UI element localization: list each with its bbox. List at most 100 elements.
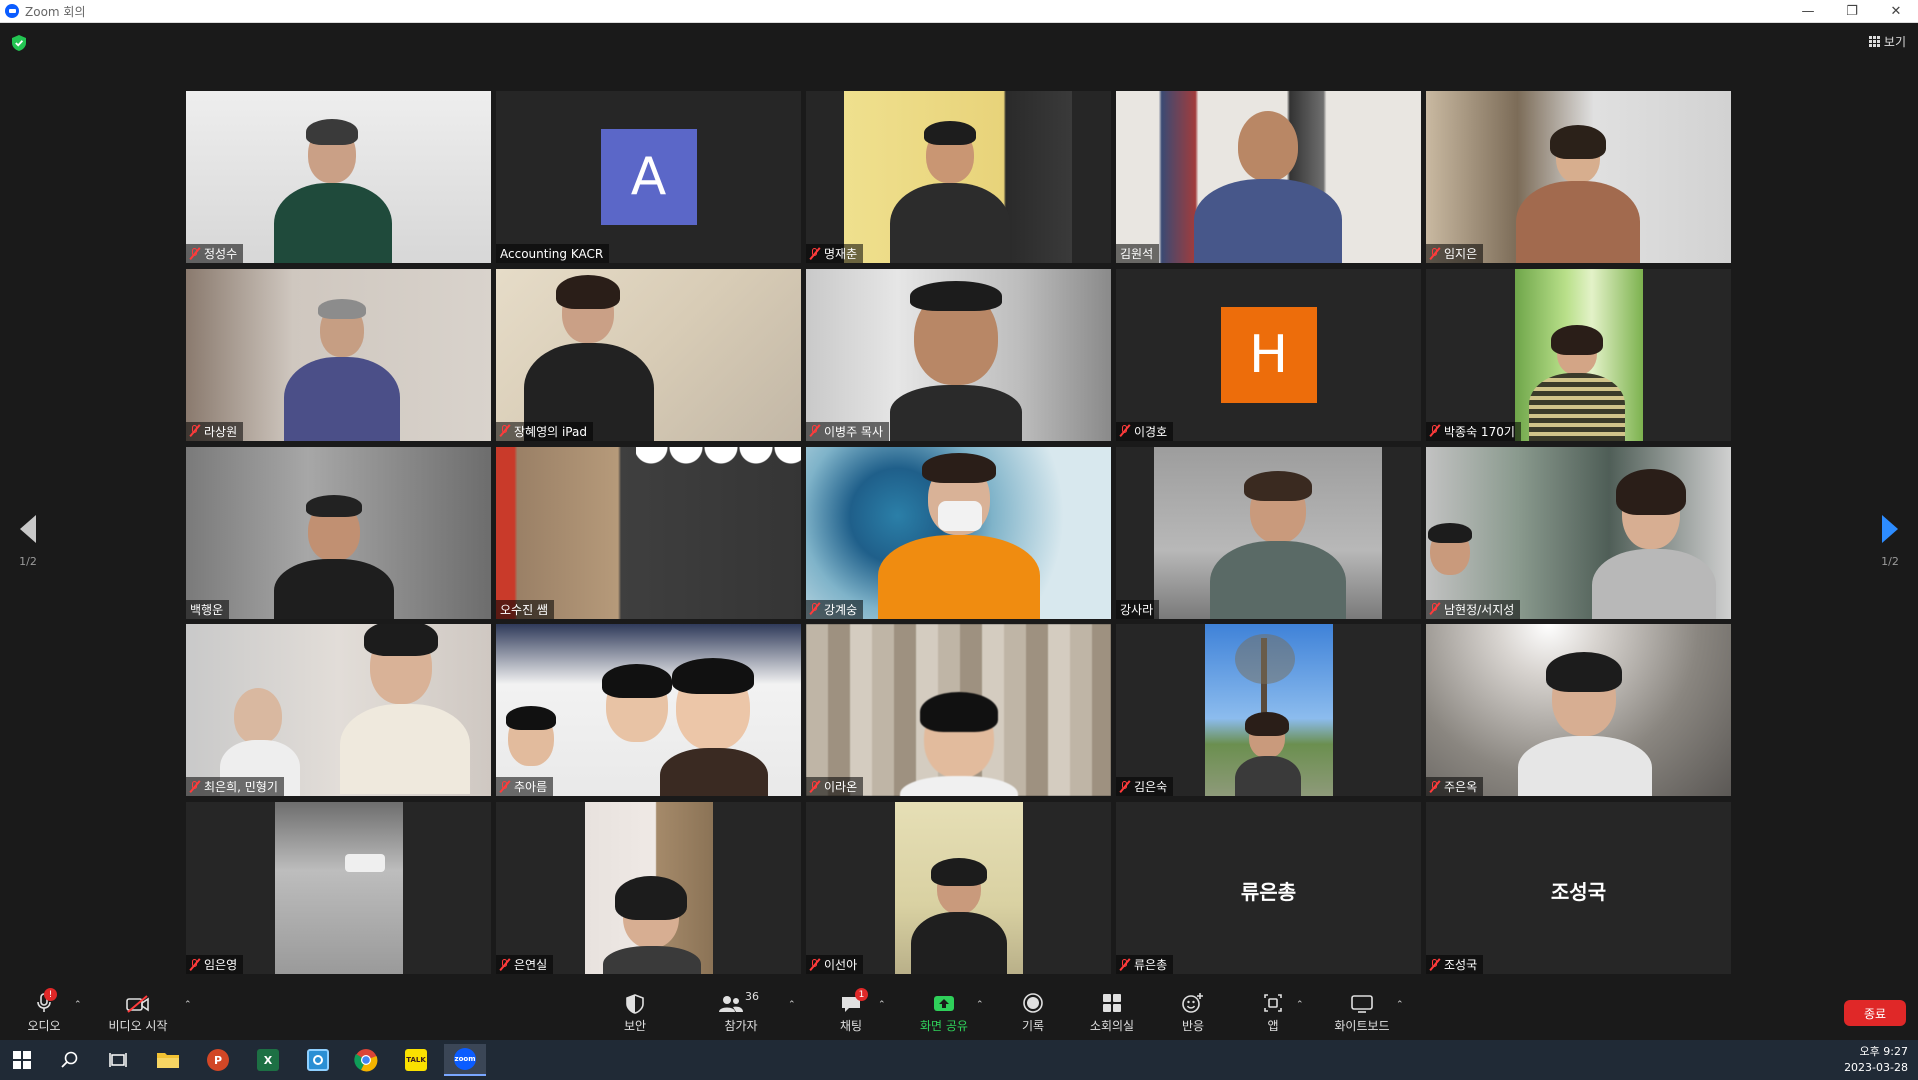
- participant-tile[interactable]: 강사라: [1116, 446, 1421, 619]
- zoom-logo-icon: [5, 4, 19, 18]
- taskbar-powerpoint[interactable]: P: [198, 1044, 238, 1076]
- participants-options-caret-icon[interactable]: ⌃: [788, 1000, 796, 1010]
- participant-name: 추아름: [514, 780, 548, 795]
- participant-tile[interactable]: 박종숙 170기: [1426, 268, 1731, 441]
- participant-name-tag: 김은숙: [1116, 777, 1174, 797]
- minimize-icon[interactable]: —: [1786, 0, 1830, 23]
- next-page-button[interactable]: 1/2: [1875, 515, 1905, 568]
- participant-tile[interactable]: 김은숙: [1116, 624, 1421, 797]
- reactions-smiley-icon: [1182, 993, 1203, 1013]
- muted-mic-icon: [1429, 246, 1441, 260]
- participant-tile[interactable]: 정성수: [186, 91, 491, 263]
- search-button[interactable]: [50, 1044, 90, 1076]
- taskbar-chrome[interactable]: [346, 1044, 386, 1076]
- search-icon: [61, 1051, 78, 1068]
- system-clock[interactable]: 오후 9:27 2023-03-28: [1844, 1044, 1908, 1076]
- participant-video: [895, 802, 1023, 974]
- record-button[interactable]: 기록: [1018, 990, 1048, 1034]
- participant-name: Accounting KACR: [500, 246, 604, 261]
- breakout-rooms-button[interactable]: 소회의실: [1086, 990, 1138, 1034]
- participant-tile[interactable]: 추아름: [496, 624, 801, 797]
- participant-avatar: A: [600, 129, 697, 225]
- kakaotalk-icon: TALK: [405, 1049, 427, 1071]
- participant-tile[interactable]: H 이경호: [1116, 268, 1421, 441]
- taskbar-hwp[interactable]: [298, 1044, 338, 1076]
- taskbar-kakaotalk[interactable]: TALK: [396, 1044, 436, 1076]
- participants-button[interactable]: 36 참가자: [718, 990, 764, 1034]
- participant-video: [1426, 446, 1731, 619]
- whiteboard-options-caret-icon[interactable]: ⌃: [1396, 1000, 1404, 1010]
- participant-name-tag: 이경호: [1116, 421, 1174, 441]
- hancom-word-icon: [307, 1049, 329, 1071]
- participant-name: 최은희, 민형기: [204, 780, 278, 795]
- whiteboard-label: 화이트보드: [1334, 1019, 1390, 1033]
- breakout-rooms-icon: [1103, 994, 1121, 1012]
- audio-options-caret-icon[interactable]: ⌃: [74, 1000, 82, 1010]
- participant-tile[interactable]: 남현정/서지성: [1426, 446, 1731, 619]
- participant-tile[interactable]: 강계숭: [806, 446, 1111, 619]
- view-button[interactable]: 보기: [1868, 33, 1906, 50]
- muted-mic-icon: [189, 957, 201, 971]
- audio-button[interactable]: ! 오디오: [24, 988, 64, 1034]
- video-options-caret-icon[interactable]: ⌃: [184, 1000, 192, 1010]
- start-video-label: 비디오 시작: [108, 1019, 168, 1033]
- participant-video: [1154, 446, 1382, 619]
- participant-tile-active-speaker[interactable]: 오수진 쌤: [496, 446, 801, 619]
- participant-tile[interactable]: 이라온: [806, 624, 1111, 797]
- reactions-button[interactable]: 반응: [1178, 990, 1208, 1034]
- participant-tile[interactable]: 임은영: [186, 802, 491, 974]
- chat-button[interactable]: 1 채팅: [836, 988, 868, 1034]
- participant-tile[interactable]: 류은총 류은총: [1116, 802, 1421, 974]
- start-video-button[interactable]: 비디오 시작: [102, 990, 174, 1034]
- participants-icon: [719, 996, 743, 1012]
- previous-page-button[interactable]: 1/2: [13, 515, 43, 568]
- participant-tile[interactable]: 장혜영의 iPad: [496, 268, 801, 441]
- participant-name-tag: 명재춘: [806, 244, 864, 263]
- reactions-label: 반응: [1181, 1019, 1205, 1033]
- windows-logo-icon: [13, 1051, 31, 1069]
- end-meeting-button[interactable]: 종료: [1844, 1000, 1906, 1026]
- participant-name-tag: 임지은: [1426, 244, 1484, 263]
- participant-video: [806, 268, 1111, 441]
- muted-mic-icon: [809, 602, 821, 615]
- taskbar-file-explorer[interactable]: [148, 1044, 188, 1076]
- participant-display-name: 조성국: [1550, 880, 1607, 904]
- participant-tile[interactable]: 조성국 조성국: [1426, 802, 1731, 974]
- chat-options-caret-icon[interactable]: ⌃: [878, 1000, 886, 1010]
- participant-name-tag: 주은옥: [1426, 777, 1484, 797]
- restore-icon[interactable]: ❐: [1830, 0, 1874, 23]
- participant-tile[interactable]: A Accounting KACR: [496, 91, 801, 263]
- share-options-caret-icon[interactable]: ⌃: [976, 1000, 984, 1010]
- participant-tile[interactable]: 은연실: [496, 802, 801, 974]
- participant-tile[interactable]: 이선아: [806, 802, 1111, 974]
- participant-tile[interactable]: 임지은: [1426, 91, 1731, 263]
- apps-options-caret-icon[interactable]: ⌃: [1296, 1000, 1304, 1010]
- muted-mic-icon: [809, 246, 821, 260]
- participant-tile[interactable]: 주은옥: [1426, 624, 1731, 797]
- security-button[interactable]: 보안: [620, 990, 650, 1034]
- taskbar-excel[interactable]: X: [248, 1044, 288, 1076]
- close-icon[interactable]: ✕: [1874, 0, 1918, 23]
- security-label: 보안: [623, 1019, 647, 1033]
- participant-name: 박종숙 170기: [1444, 424, 1515, 439]
- task-view-button[interactable]: [98, 1044, 138, 1076]
- share-screen-button[interactable]: 화면 공유: [914, 990, 974, 1034]
- participant-name: 이병주 목사: [824, 424, 884, 439]
- participant-tile[interactable]: 최은희, 민형기: [186, 624, 491, 797]
- muted-mic-icon: [1429, 424, 1441, 438]
- participant-tile[interactable]: 명재춘: [806, 91, 1111, 263]
- participant-video: [275, 802, 403, 974]
- participant-video: [496, 268, 801, 441]
- start-button[interactable]: [2, 1044, 42, 1076]
- participant-tile[interactable]: 백행운: [186, 446, 491, 619]
- page-indicator-right: 1/2: [1881, 555, 1899, 568]
- apps-button[interactable]: 앱: [1260, 990, 1286, 1034]
- apps-label: 앱: [1267, 1019, 1279, 1033]
- participant-tile[interactable]: 라상원: [186, 268, 491, 441]
- whiteboard-button[interactable]: 화이트보드: [1330, 990, 1394, 1034]
- arrow-left-icon: [20, 515, 36, 543]
- participant-tile[interactable]: 김원석: [1116, 91, 1421, 263]
- taskbar-zoom[interactable]: zoom: [444, 1044, 486, 1076]
- participant-tile[interactable]: 이병주 목사: [806, 268, 1111, 441]
- encryption-shield-icon[interactable]: [12, 35, 26, 51]
